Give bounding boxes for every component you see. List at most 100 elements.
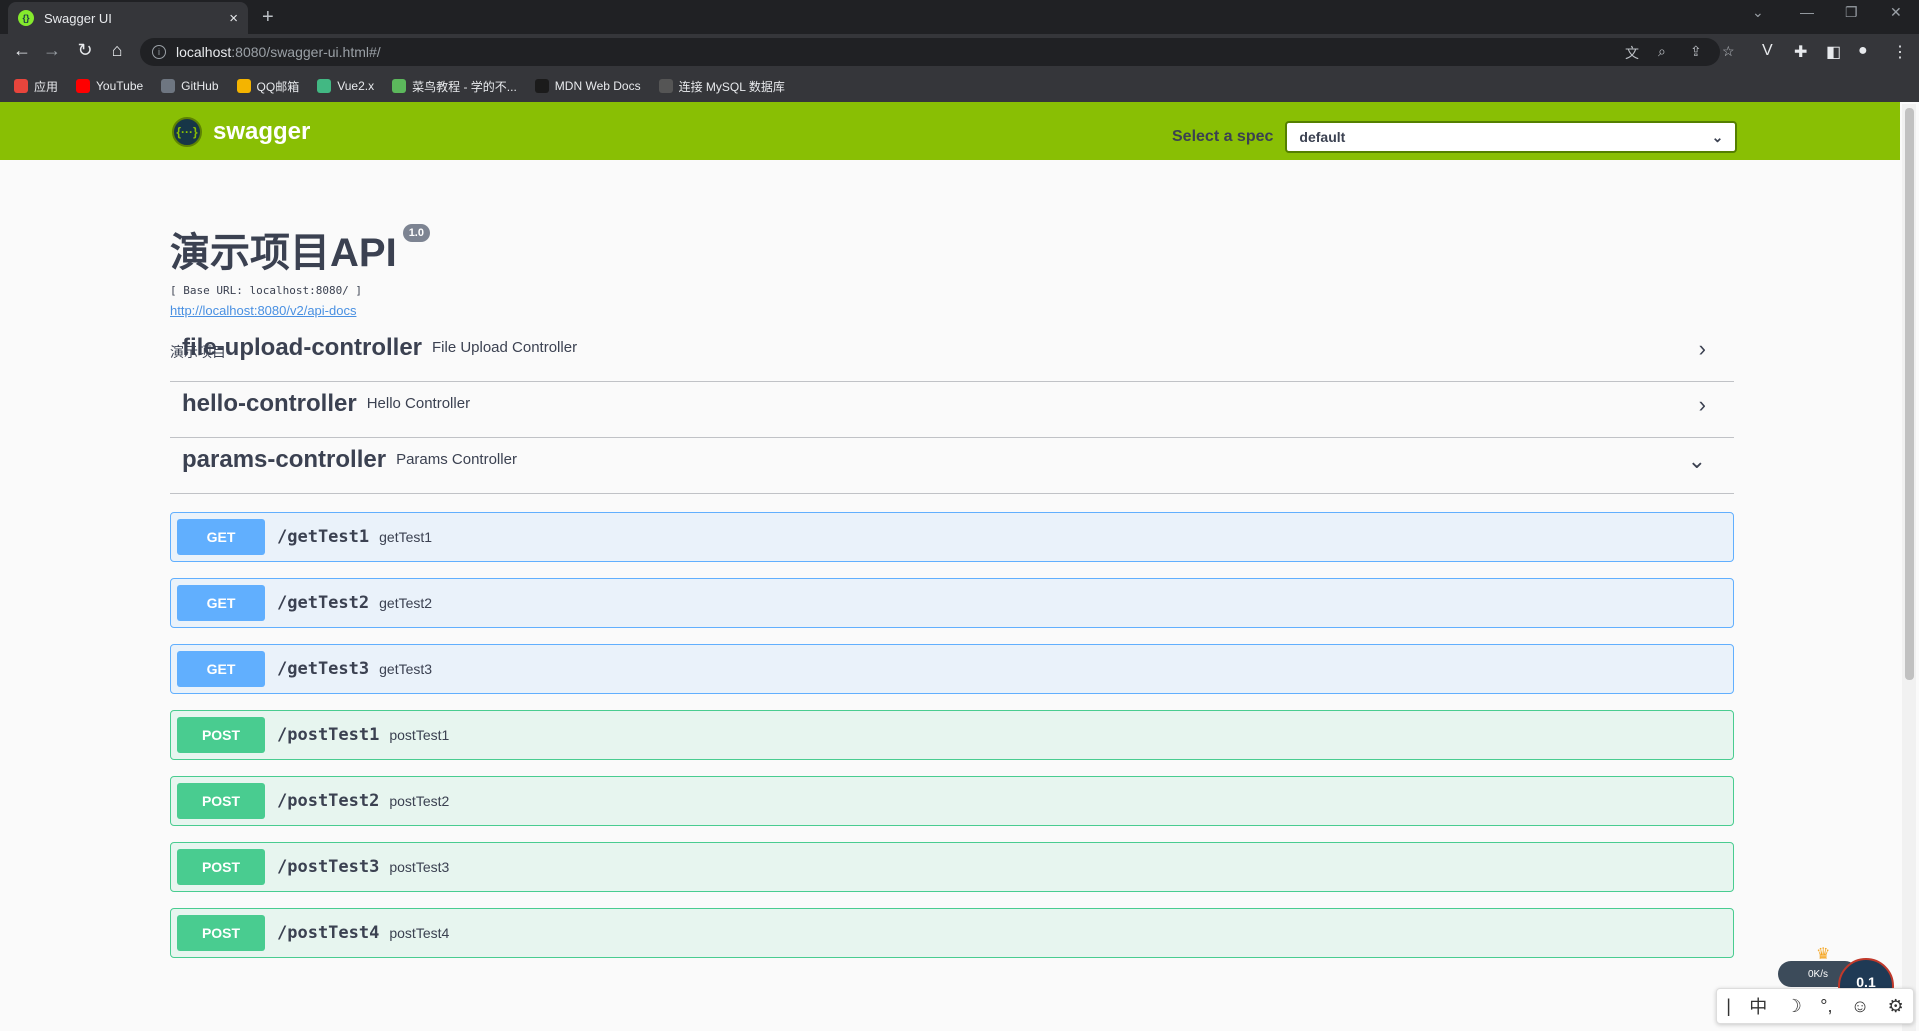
url-host: localhost [176,44,232,60]
browser-chrome: {} Swagger UI × + ⌄ — ❐ ✕ ← → ↻ ⌂ i loca… [0,0,1919,102]
vue-devtools-icon[interactable]: V [1762,42,1773,60]
emoji-icon[interactable]: ☺ [1851,996,1869,1017]
new-tab-icon[interactable]: + [262,6,274,29]
browser-tab-swagger[interactable]: {} Swagger UI × [8,2,248,34]
ime-punctuation[interactable]: °, [1820,996,1832,1017]
gear-icon[interactable]: ⚙ [1888,996,1904,1017]
tag-params-controller[interactable]: params-controller Params Controller ⌄ [170,426,1734,494]
method-badge: GET [177,651,265,687]
operation-summary: postTest1 [389,727,450,743]
mdn-icon [534,79,549,93]
spec-select-value: default [1299,129,1346,145]
bookmark-label: YouTube [96,79,144,93]
operation-summary: postTest2 [389,793,450,809]
swagger-logo-icon: {···} [172,117,202,147]
side-panel-icon[interactable]: ◧ [1826,42,1841,62]
operation-postTest3[interactable]: POST/postTest3 postTest3 [170,842,1734,892]
bookmark-6[interactable]: MDN Web Docs [534,79,641,93]
operation-path: /getTest2 [277,593,370,613]
chevron-right-icon[interactable]: › [1699,392,1706,418]
operation-summary: postTest3 [389,859,450,875]
api-title: 演示项目API [170,231,397,275]
operation-getTest3[interactable]: GET/getTest3 getTest3 [170,644,1734,694]
tag-description: Hello Controller [366,395,471,412]
tab-title: Swagger UI [44,10,112,26]
scrollbar-thumb[interactable] [1905,108,1914,680]
spec-label: Select a spec [1172,128,1274,145]
bookmark-label: GitHub [181,79,219,93]
method-badge: GET [177,519,265,555]
reload-icon[interactable]: ↻ [73,40,97,61]
github-icon [161,79,176,93]
operation-summary: getTest1 [379,529,433,545]
ime-chinese-mode[interactable]: 中 [1749,993,1767,1019]
translate-icon[interactable]: 文 [1625,43,1639,63]
version-badge: 1.0 [402,224,430,242]
bookmark-1[interactable]: YouTube [76,79,143,93]
menu-kebab-icon[interactable]: ⋮ [1892,42,1908,62]
bookmark-label: QQ邮箱 [256,79,300,94]
method-badge: POST [177,783,265,819]
zoom-icon[interactable]: ⌕ [1658,43,1666,60]
tag-description: Params Controller [396,451,517,468]
swagger-logo-text: swagger [213,118,311,145]
tab-close-icon[interactable]: × [229,10,238,27]
operation-summary: getTest2 [379,595,433,611]
tab-search-icon[interactable]: ⌄ [1752,4,1764,21]
bookmark-label: 菜鸟教程 - 学的不... [412,79,517,94]
bookmark-4[interactable]: Vue2.x [317,79,374,93]
method-badge: POST [177,915,265,951]
swagger-favicon-icon: {} [18,10,34,26]
operation-path: /getTest3 [277,659,370,679]
back-icon[interactable]: ← [10,40,34,61]
extensions-icon[interactable]: ✚ [1794,42,1807,62]
operation-getTest2[interactable]: GET/getTest2 getTest2 [170,578,1734,628]
bookmark-5[interactable]: 菜鸟教程 - 学的不... [392,78,517,95]
profile-avatar-icon[interactable]: ● [1858,42,1868,60]
bookmark-0[interactable]: 应用 [14,78,58,95]
operation-postTest4[interactable]: POST/postTest4 postTest4 [170,908,1734,958]
page-scrollbar[interactable] [1902,104,1916,1031]
tag-description: File Upload Controller [432,339,578,356]
operation-postTest2[interactable]: POST/postTest2 postTest2 [170,776,1734,826]
operation-path: /postTest2 [277,791,380,811]
swagger-logo[interactable]: {···} swagger [172,117,310,147]
bookmark-7[interactable]: 连接 MySQL 数据库 [658,78,785,95]
method-badge: GET [177,585,265,621]
runoob-icon [392,79,407,93]
operation-path: /postTest4 [277,923,380,943]
ime-drag-handle[interactable]: | [1726,996,1731,1017]
spec-select[interactable]: default ⌄ [1285,121,1738,153]
home-icon[interactable]: ⌂ [105,40,129,61]
moon-icon[interactable]: ☽ [1786,996,1802,1017]
tab-strip: {} Swagger UI × + ⌄ — ❐ ✕ [0,0,1919,34]
network-monitor-widget[interactable]: 0K/s 0.1 [1778,958,1898,1014]
operation-postTest1[interactable]: POST/postTest1 postTest1 [170,710,1734,760]
chevron-down-icon: ⌄ [1711,128,1724,145]
operation-path: /getTest1 [277,527,370,547]
cube-icon [658,79,673,93]
base-url: [ Base URL: localhost:8080/ ] [170,284,363,297]
forward-icon[interactable]: → [40,40,64,61]
bookmark-star-icon[interactable]: ☆ [1722,43,1735,60]
operation-summary: getTest3 [379,661,433,677]
api-title-row: 演示项目API 1.0 [170,220,430,278]
ime-toolbar: | 中 ☽ °, ☺ ⚙ [1716,988,1914,1024]
address-bar[interactable]: i localhost:8080/swagger-ui.html#/ [140,38,1720,66]
bookmarks-bar: 应用 YouTube GitHub QQ邮箱 Vue2.x 菜鸟教程 - 学的不... MD… [0,70,1919,102]
bookmark-3[interactable]: QQ邮箱 [236,78,300,95]
window-close-icon[interactable]: ✕ [1890,4,1902,21]
tag-name: file-upload-controller [182,333,422,361]
bookmark-label: 连接 MySQL 数据库 [678,79,785,94]
chevron-right-icon[interactable]: › [1699,336,1706,362]
operation-getTest1[interactable]: GET/getTest1 getTest1 [170,512,1734,562]
site-info-icon[interactable]: i [152,45,166,59]
bookmark-2[interactable]: GitHub [161,79,219,93]
qq-mail-icon [236,79,251,93]
apps-grid-icon [14,79,28,93]
chevron-down-icon[interactable]: ⌄ [1688,448,1706,474]
share-icon[interactable]: ⇪ [1690,43,1702,60]
restore-icon[interactable]: ❐ [1845,4,1858,21]
minimize-icon[interactable]: — [1800,4,1814,20]
swagger-topbar: {···} swagger Select a spec default ⌄ [0,102,1900,160]
